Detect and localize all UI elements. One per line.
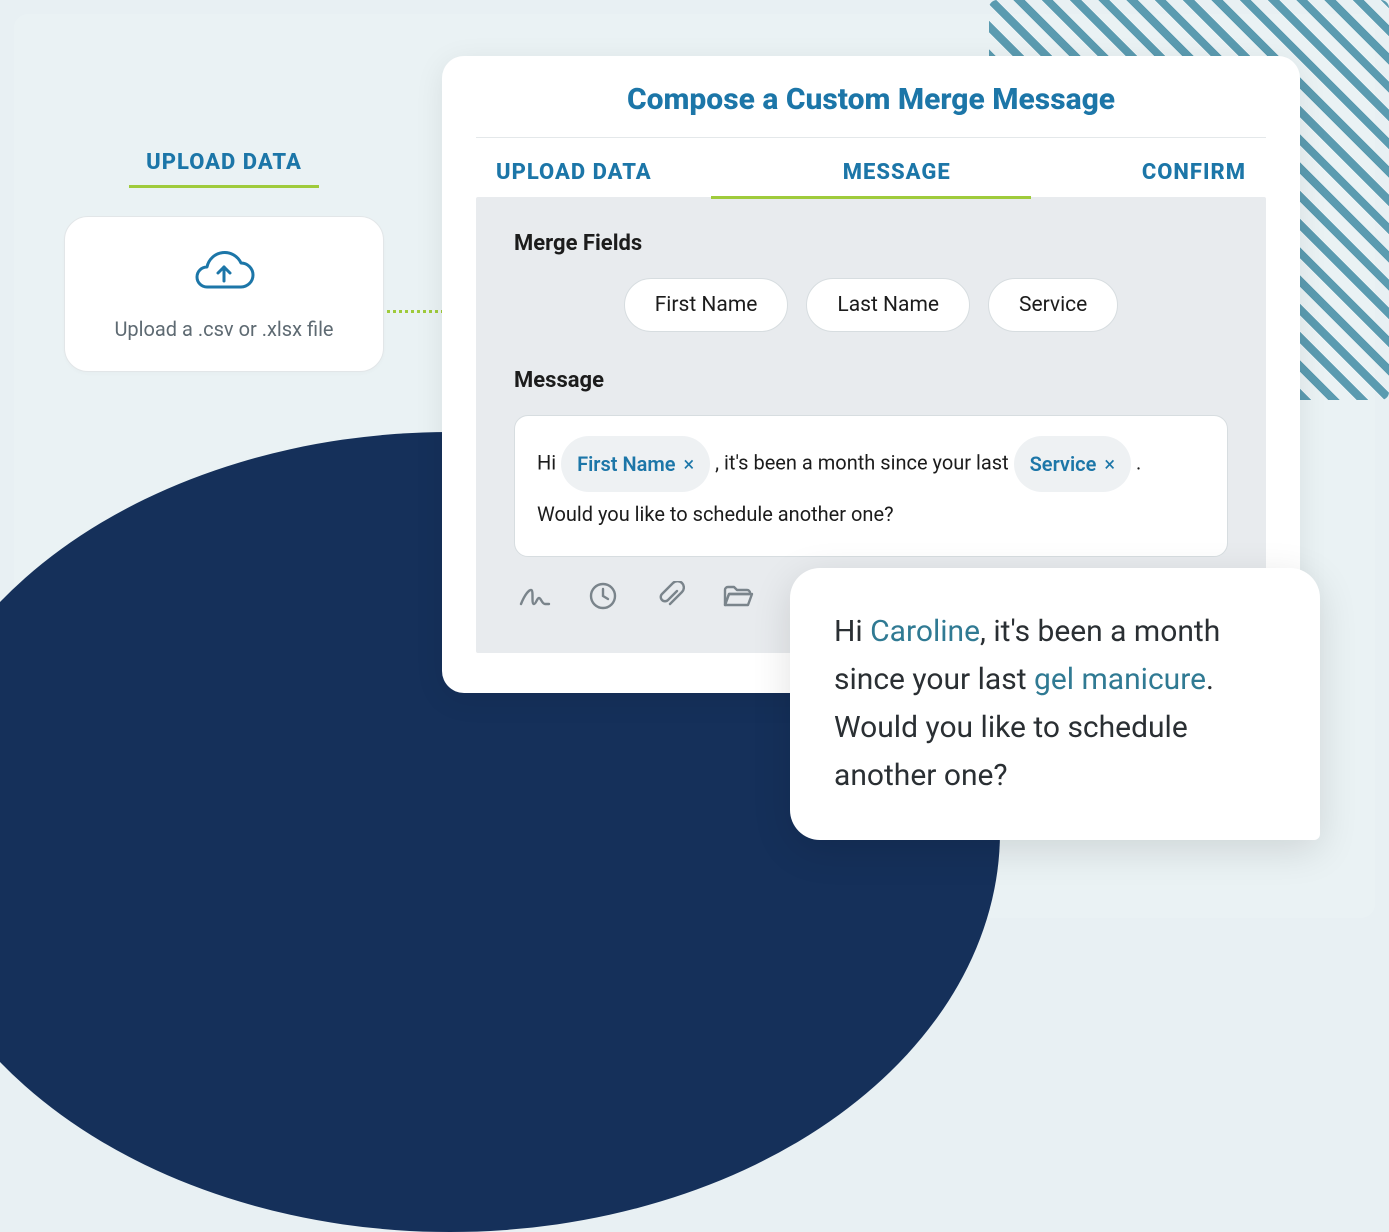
upload-caption: Upload a .csv or .xlsx file	[85, 317, 363, 341]
preview-text: Hi	[834, 614, 870, 649]
preview-merge-name: Caroline	[870, 614, 980, 649]
upload-dropzone[interactable]: Upload a .csv or .xlsx file	[64, 216, 384, 372]
signature-icon[interactable]	[518, 579, 552, 613]
tab-confirm[interactable]: CONFIRM	[1142, 160, 1246, 197]
message-section-label: Message	[514, 368, 1228, 393]
remove-pill-icon[interactable]: ×	[684, 442, 695, 486]
preview-merge-service: gel manicure	[1034, 662, 1206, 697]
merge-fields-label: Merge Fields	[514, 231, 1228, 256]
remove-pill-icon[interactable]: ×	[1104, 442, 1115, 486]
chip-service[interactable]: Service	[988, 278, 1118, 332]
cloud-upload-icon	[85, 249, 363, 301]
compose-title: Compose a Custom Merge Message	[476, 82, 1266, 138]
active-tab-underline	[711, 196, 1031, 199]
upload-mini-card: UPLOAD DATA Upload a .csv or .xlsx file	[64, 150, 384, 372]
compose-tabs: UPLOAD DATA MESSAGE CONFIRM	[476, 138, 1266, 197]
clock-icon[interactable]	[586, 579, 620, 613]
paperclip-icon[interactable]	[654, 579, 688, 613]
chip-first-name[interactable]: First Name	[624, 278, 789, 332]
chip-last-name[interactable]: Last Name	[806, 278, 970, 332]
tab-message[interactable]: MESSAGE	[843, 160, 951, 197]
merge-field-chips: First Name Last Name Service	[514, 278, 1228, 332]
editor-text: .	[1136, 450, 1141, 474]
message-editor[interactable]: Hi First Name × , it's been a month sinc…	[514, 415, 1228, 557]
editor-text: Hi	[537, 450, 556, 474]
merge-pill-service[interactable]: Service ×	[1014, 436, 1131, 492]
tab-upload-data[interactable]: UPLOAD DATA	[496, 160, 652, 197]
preview-bubble: Hi Caroline, it's been a month since you…	[790, 568, 1320, 840]
editor-text: , it's been a month since your last	[715, 450, 1008, 474]
merge-pill-label: Service	[1030, 442, 1097, 486]
merge-pill-first-name[interactable]: First Name ×	[561, 436, 710, 492]
merge-pill-label: First Name	[577, 442, 675, 486]
upload-mini-tab-label: UPLOAD DATA	[129, 150, 319, 188]
folder-open-icon[interactable]	[722, 579, 756, 613]
editor-text: Would you like to schedule another one?	[537, 502, 894, 526]
